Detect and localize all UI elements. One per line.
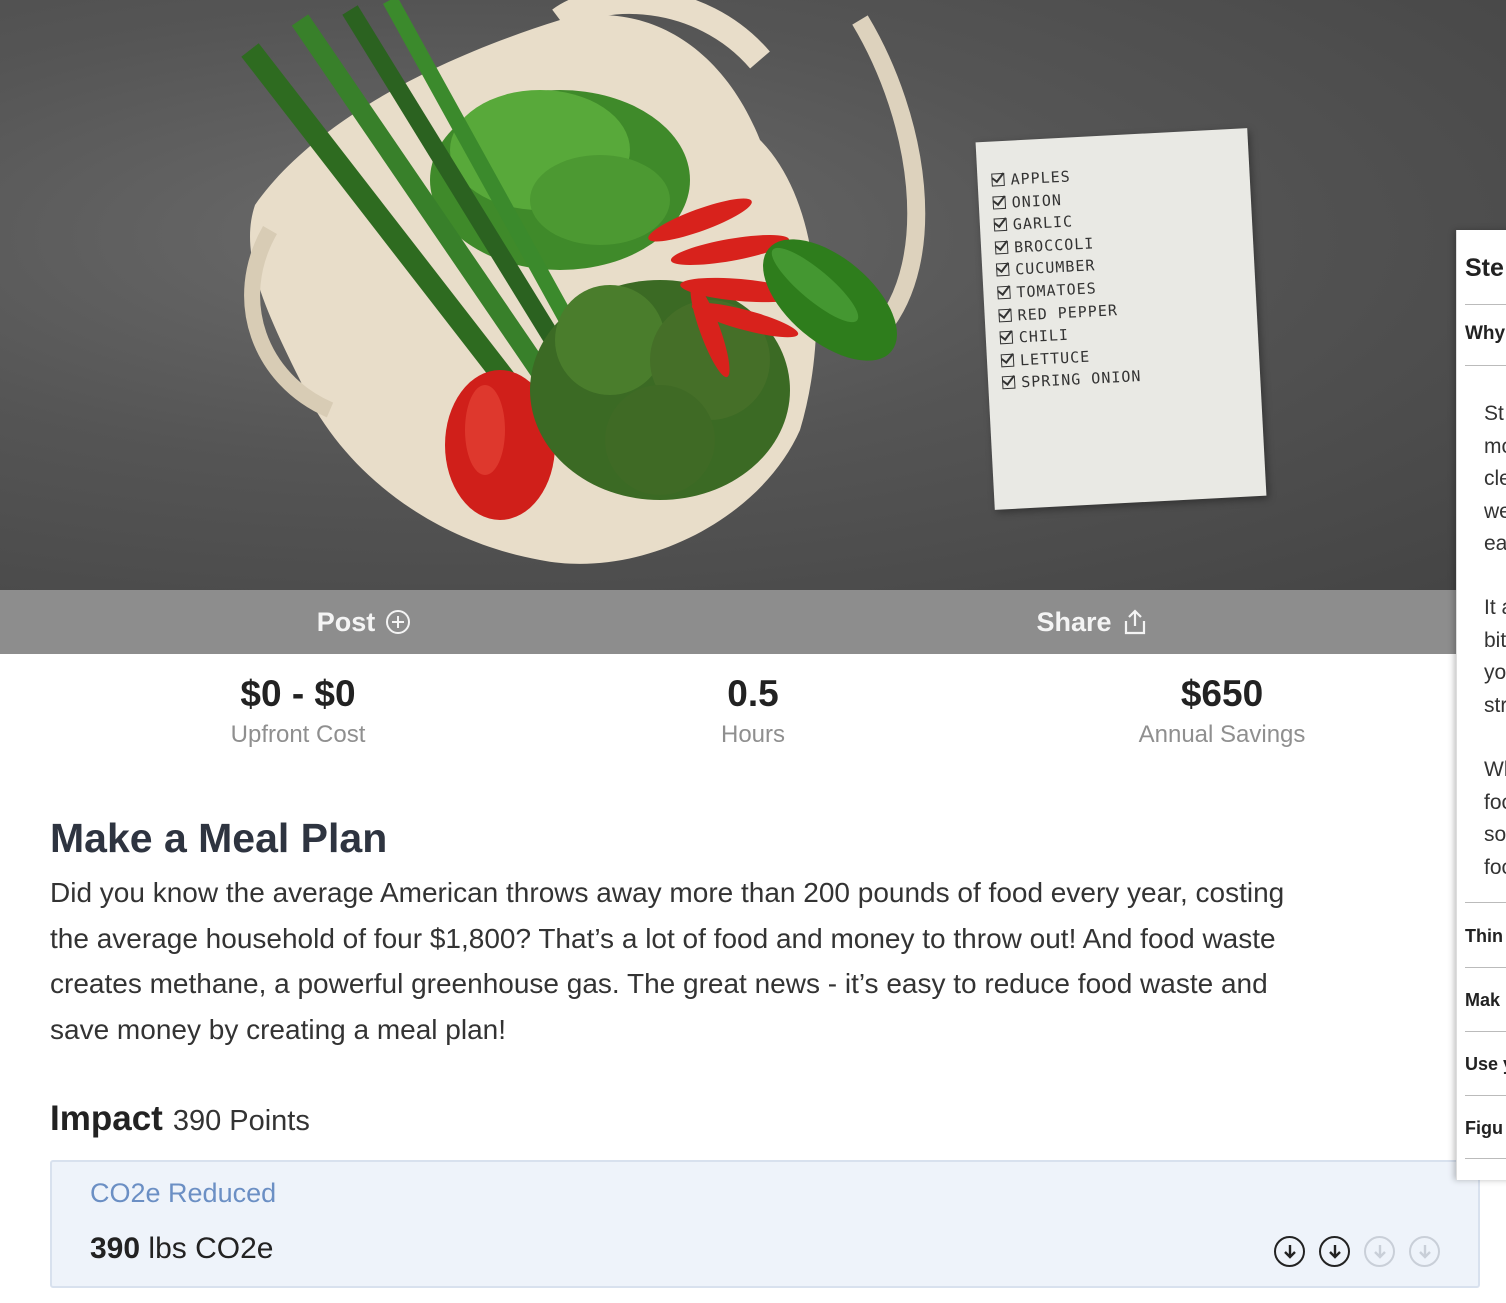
- impact-title: Impact: [50, 1099, 163, 1138]
- steps-paragraph: Stmccleweea: [1484, 402, 1506, 555]
- step-item[interactable]: Use y: [1465, 1054, 1506, 1075]
- steps-paragraph: It abityostr: [1484, 596, 1506, 717]
- share-icon: [1122, 608, 1148, 636]
- annual-savings-label: Annual Savings: [1138, 721, 1306, 748]
- divider: [1465, 902, 1506, 903]
- impact-rating: [1274, 1236, 1440, 1267]
- upfront-cost-stat: $0 - $0 Upfront Cost: [148, 672, 448, 750]
- hours-label: Hours: [720, 721, 786, 748]
- divider: [1465, 1095, 1506, 1096]
- share-button[interactable]: Share: [728, 590, 1456, 654]
- groceries-illustration: [241, 0, 926, 564]
- description-line: creates methane, a powerful greenhouse g…: [50, 968, 1268, 999]
- co2-label: CO2e Reduced: [90, 1178, 277, 1208]
- post-label: Post: [316, 606, 376, 637]
- arrow-down-circle-icon: [1274, 1236, 1305, 1267]
- step-item[interactable]: Figu: [1465, 1118, 1503, 1139]
- upfront-cost-label: Upfront Cost: [230, 721, 366, 748]
- shopping-list: APPLES ONION GARLIC BROCCOLI CUCUMBER TO…: [976, 128, 1261, 396]
- description: Did you know the average American throws…: [50, 870, 1470, 1052]
- upfront-cost-value: $0 - $0: [240, 673, 356, 714]
- hours-value: 0.5: [727, 673, 779, 714]
- step-item[interactable]: Thin: [1465, 926, 1503, 947]
- description-line: save money by creating a meal plan!: [50, 1013, 507, 1045]
- steps-question[interactable]: Why: [1465, 323, 1505, 345]
- co2-card: CO2e Reduced 390 lbs CO2e: [50, 1160, 1480, 1288]
- action-bar: Post Share: [0, 590, 1456, 654]
- steps-panel: Ste Why Stmccleweea It abityostr Wlfocso…: [1456, 230, 1506, 1180]
- annual-savings-stat: $650 Annual Savings: [1072, 672, 1372, 750]
- steps-panel-title: Ste: [1465, 254, 1504, 282]
- shopping-list-paper: APPLES ONION GARLIC BROCCOLI CUCUMBER TO…: [975, 128, 1267, 510]
- divider: [1465, 1158, 1506, 1159]
- hero-image: APPLES ONION GARLIC BROCCOLI CUCUMBER TO…: [0, 0, 1506, 590]
- steps-paragraph: Wlfocsofoc: [1484, 758, 1506, 879]
- co2-value: 390 lbs CO2e: [90, 1232, 274, 1265]
- step-item[interactable]: Mak: [1465, 990, 1500, 1011]
- arrow-down-circle-icon: [1364, 1236, 1395, 1267]
- arrow-down-circle-icon: [1319, 1236, 1350, 1267]
- divider: [1465, 304, 1506, 305]
- divider: [1465, 365, 1506, 366]
- post-button[interactable]: Post: [0, 590, 728, 654]
- hours-stat: 0.5 Hours: [603, 672, 903, 750]
- description-line: Did you know the average American throws…: [50, 877, 1285, 908]
- impact-heading: Impact 390 Points: [50, 1096, 310, 1149]
- impact-points: 390 Points: [172, 1105, 310, 1137]
- arrow-down-circle-icon: [1409, 1236, 1440, 1267]
- plus-circle-icon: [385, 609, 411, 635]
- description-line: the average household of four $1,800? Th…: [50, 922, 1276, 954]
- page-title: Make a Meal Plan: [50, 815, 388, 861]
- divider: [1465, 967, 1506, 968]
- divider: [1465, 1031, 1506, 1032]
- share-label: Share: [1036, 606, 1112, 637]
- annual-savings-value: $650: [1180, 673, 1264, 714]
